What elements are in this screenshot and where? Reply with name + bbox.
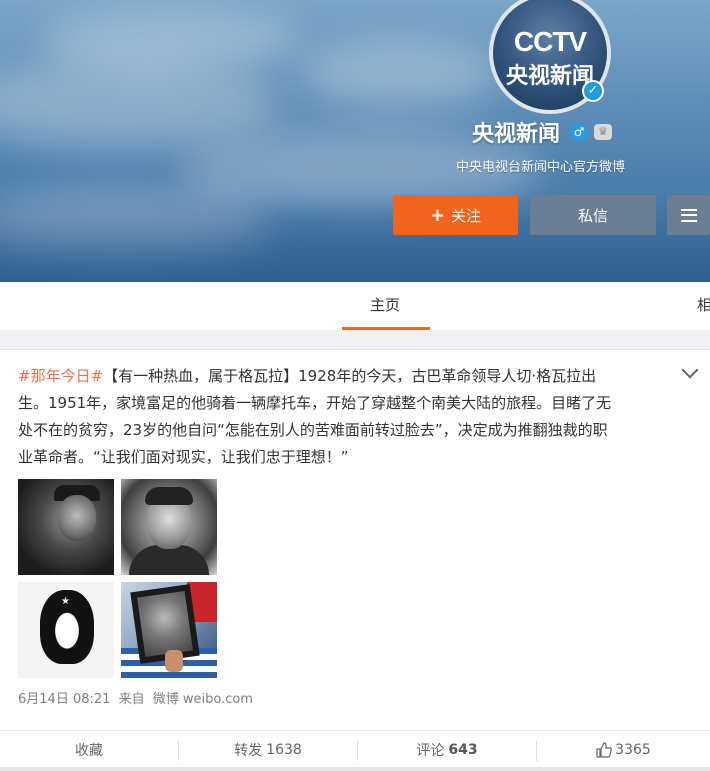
post-action-bar: 收藏 转发 1638 评论 643 3365 bbox=[0, 730, 710, 771]
follow-button[interactable]: + 关注 bbox=[393, 195, 518, 235]
post-image-1[interactable] bbox=[18, 479, 114, 575]
favorite-button[interactable]: 收藏 bbox=[0, 731, 178, 769]
post-time[interactable]: 6月14日 08:21 bbox=[18, 692, 110, 707]
post-text-line-2: 生。1951年，家境富足的他骑着一辆摩托车，开始了穿越整个南美大陆的旅程。目睹了… bbox=[18, 394, 612, 412]
post-source-link[interactable]: 微博 weibo.com bbox=[153, 692, 253, 707]
follow-label: 关注 bbox=[451, 206, 482, 225]
plus-icon: + bbox=[429, 204, 446, 226]
favorite-label: 收藏 bbox=[75, 743, 103, 759]
tab-next-partial[interactable]: 相 bbox=[697, 282, 710, 328]
repost-button[interactable]: 转发 1638 bbox=[179, 731, 357, 769]
active-tab-indicator bbox=[342, 327, 430, 330]
comment-button[interactable]: 评论 643 bbox=[358, 731, 536, 769]
repost-label: 转发 bbox=[234, 743, 263, 759]
post-meta: 6月14日 08:21 来自 微博 weibo.com bbox=[18, 688, 257, 707]
avatar-logo-en: CCTV bbox=[513, 26, 587, 57]
hamburger-menu-icon bbox=[680, 208, 697, 222]
profile-bio: 中央电视台新闻中心官方微博 bbox=[456, 160, 626, 175]
post-from-label: 来自 bbox=[118, 692, 145, 707]
profile-name: 央视新闻 bbox=[472, 122, 561, 147]
comment-label: 评论 bbox=[416, 743, 445, 759]
message-button[interactable]: 私信 bbox=[530, 195, 656, 235]
message-label: 私信 bbox=[577, 206, 608, 225]
page-bottom-strip bbox=[0, 767, 710, 771]
post-text: #那年今日#【有一种热血，属于格瓦拉】1928年的今天，古巴革命领导人切·格瓦拉… bbox=[18, 363, 683, 471]
weibo-post-card: #那年今日#【有一种热血，属于格瓦拉】1928年的今天，古巴革命领导人切·格瓦拉… bbox=[0, 349, 710, 771]
tab-home[interactable]: 主页 bbox=[345, 282, 425, 330]
post-hashtag-link[interactable]: #那年今日# bbox=[18, 367, 103, 385]
profile-tab-bar: 主页 相 bbox=[0, 282, 710, 330]
member-crown-icon: ♛ bbox=[594, 124, 613, 140]
profile-name-row: 央视新闻 ♂ ♛ bbox=[472, 118, 613, 147]
verified-badge-icon: ✓ bbox=[582, 80, 604, 102]
post-image-2[interactable] bbox=[121, 479, 217, 575]
thumbs-up-icon bbox=[596, 742, 613, 758]
post-text-line-4: 业革命者。“让我们面对现实，让我们忠于理想！” bbox=[18, 448, 349, 466]
post-text-line-1-body: 【有一种热血，属于格瓦拉】1928年的今天，古巴革命领导人切·格瓦拉出 bbox=[103, 367, 597, 385]
post-text-line-3: 处不在的贫穷，23岁的他自问“怎能在别人的苦难面前转过脸去”，决定成为推翻独裁的… bbox=[18, 421, 608, 439]
comment-count: 643 bbox=[448, 742, 478, 758]
post-image-4[interactable] bbox=[121, 582, 217, 678]
like-count: 3365 bbox=[615, 742, 651, 758]
chevron-down-icon[interactable] bbox=[681, 361, 699, 379]
more-menu-button[interactable] bbox=[667, 195, 710, 235]
male-gender-icon: ♂ bbox=[570, 123, 589, 141]
like-button[interactable]: 3365 bbox=[537, 731, 710, 769]
repost-count: 1638 bbox=[266, 742, 302, 758]
post-text-line-1: #那年今日#【有一种热血，属于格瓦拉】1928年的今天，古巴革命领导人切·格瓦拉… bbox=[18, 363, 683, 390]
post-image-3[interactable]: ★ bbox=[18, 582, 114, 678]
